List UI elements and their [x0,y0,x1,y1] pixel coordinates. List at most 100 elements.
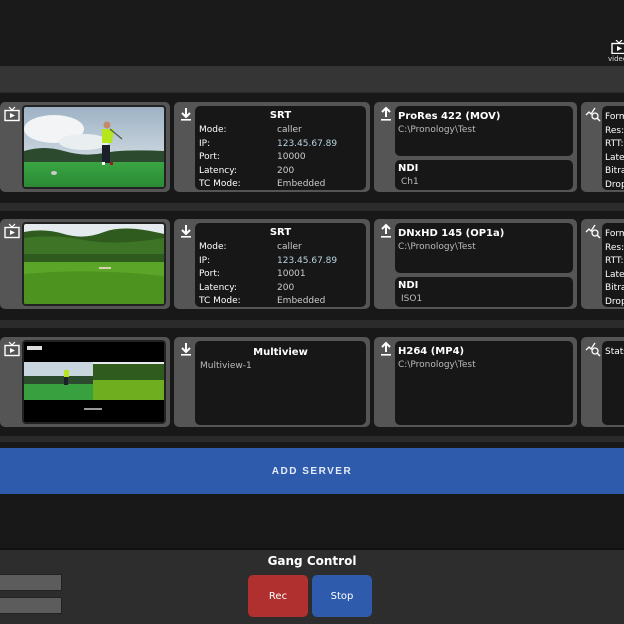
stat-label: Drop [605,296,624,307]
stats-details: Stats [602,341,624,425]
field-value: 10000 [277,152,306,162]
stat-label: Res: [605,125,624,136]
field-key: IP: [199,255,211,266]
output-card[interactable]: DNxHD 145 (OP1a) C:\Pronology\Test NDI I… [374,219,577,309]
recording-output[interactable]: DNxHD 145 (OP1a) C:\Pronology\Test [395,223,573,273]
stat-label: Stats [605,347,624,357]
output-path: C:\Pronology\Test [398,360,476,370]
stream-output[interactable]: NDI Ch1 [395,160,573,190]
stream-output[interactable]: NDI ISO1 [395,277,573,307]
video-preview-thumbnail[interactable] [22,222,166,306]
input-fields: Mode: caller IP: 123.45.67.89 Port: 10000 L… [199,124,337,192]
preview-card [0,219,170,309]
field-value: Embedded [277,179,326,189]
golf-course-image [24,224,164,304]
input-card[interactable]: SRT Mode: caller IP: 123.45.67.89 Port: 100… [174,219,370,309]
footer-field-1[interactable] [0,574,62,591]
toolbar [0,66,624,93]
tv-play-icon[interactable] [4,106,20,122]
input-details: SRT Mode: caller IP: 123.45.67.89 Port: 100… [195,223,366,307]
input-type: SRT [269,227,292,238]
field-key: Port: [199,152,220,162]
stop-button[interactable]: Stop [312,575,372,617]
field-value: caller [277,125,302,135]
stats-search-icon [585,107,601,122]
input-card[interactable]: Multiview Multiview-1 [174,337,370,427]
output-card[interactable]: H264 (MP4) C:\Pronology\Test [374,337,577,427]
stats-card[interactable]: Stats [581,337,624,427]
download-icon [181,108,191,121]
stats-search-icon [585,224,601,239]
codec-label: H264 (MP4) [398,346,465,357]
field-value: 123.45.67.89 [277,255,338,266]
server-row-1: SRT Mode: caller IP: 123.45.67.89 Port: 100… [0,96,624,200]
row-divider [0,203,624,211]
footer-field-2[interactable] [0,597,62,614]
stats-card[interactable]: Form Res: RTT: Late Bitra Drop [581,102,624,192]
download-icon [181,225,191,238]
input-fields: Mode: caller IP: 123.45.67.89 Port: 10001 L… [199,241,337,309]
field-value: Embedded [277,296,326,306]
field-key: Latency: [199,282,237,293]
gang-control-panel: Gang Control Rec Stop [0,548,624,624]
recording-output[interactable]: H264 (MP4) C:\Pronology\Test [395,341,573,425]
field-key: Mode: [199,125,227,135]
stream-type: NDI [398,163,419,174]
stat-label: Bitra [605,283,624,293]
video-tab[interactable]: video [604,40,624,63]
server-row-3: Multiview Multiview-1 H264 (MP4) C:\Pron… [0,331,624,435]
rec-button[interactable]: Rec [248,575,308,617]
row-divider [0,320,624,328]
input-details: Multiview Multiview-1 [195,341,366,425]
recording-output[interactable]: ProRes 422 (MOV) C:\Pronology\Test [395,106,573,156]
tv-play-icon[interactable] [4,341,20,357]
codec-label: DNxHD 145 (OP1a) [398,228,505,239]
output-path: C:\Pronology\Test [398,242,476,252]
video-tab-label: video [608,55,624,63]
field-key: IP: [199,138,211,149]
field-key: TC Mode: [199,179,241,189]
stream-type: NDI [398,280,419,291]
multiview-name: Multiview-1 [200,361,252,371]
preview-card [0,337,170,427]
stream-name: Ch1 [401,177,419,187]
add-server-button[interactable]: ADD SERVER [0,448,624,494]
top-bar [0,0,624,66]
field-key: Port: [199,269,220,279]
preview-card [0,102,170,192]
stat-label: Form [605,112,624,122]
stat-label: Res: [605,242,624,253]
multiview-image [24,342,164,422]
stat-label: Drop [605,179,624,190]
field-value: 200 [277,165,295,176]
video-preview-thumbnail[interactable] [22,105,166,189]
field-value: 200 [277,282,295,293]
upload-icon [381,341,391,356]
field-value: 10001 [277,269,306,279]
gang-control-title: Gang Control [267,554,357,568]
codec-label: ProRes 422 (MOV) [398,111,501,122]
field-value: 123.45.67.89 [277,138,338,149]
tv-play-icon[interactable] [4,223,20,239]
multiview-preview-thumbnail[interactable] [22,340,166,424]
server-row-2: SRT Mode: caller IP: 123.45.67.89 Port: 100… [0,213,624,317]
input-card[interactable]: SRT Mode: caller IP: 123.45.67.89 Port: 100… [174,102,370,192]
stat-label: Late [605,269,624,280]
field-key: TC Mode: [199,296,241,306]
upload-icon [381,106,391,121]
input-details: SRT Mode: caller IP: 123.45.67.89 Port: 100… [195,106,366,190]
stat-label: Late [605,152,624,163]
stream-name: ISO1 [401,294,423,304]
row-divider [0,436,624,442]
stats-details: Form Res: RTT: Late Bitra Drop [602,223,624,307]
field-key: Mode: [199,242,227,252]
stats-card[interactable]: Form Res: RTT: Late Bitra Drop [581,219,624,309]
golfer-swing-image [24,107,164,187]
stat-label: Form [605,229,624,239]
stat-label: RTT: [605,139,624,149]
field-key: Latency: [199,165,237,176]
output-card[interactable]: ProRes 422 (MOV) C:\Pronology\Test NDI C… [374,102,577,192]
stat-label: RTT: [605,256,624,266]
download-icon [181,343,191,356]
input-type: Multiview [253,347,308,358]
